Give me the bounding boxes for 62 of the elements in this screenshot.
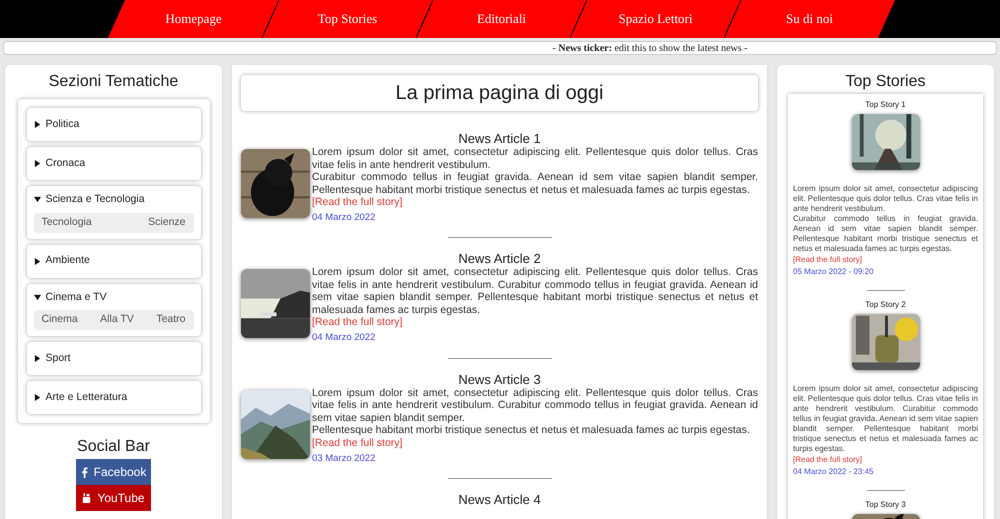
section-label: Scienza e Tecnologia	[46, 192, 145, 207]
section-label: Ambiente	[46, 253, 90, 268]
subsection-link[interactable]: Tecnologia	[42, 214, 92, 230]
article-text: Lorem ipsum dolor sit amet, consectetur adipiscing elit. Pellentesque quis dolor tellus. Cras vitae felis in ante hendrerit vestibulum.	[312, 146, 758, 171]
article-date: 04 Marzo 2022	[312, 211, 376, 225]
f-letter-icon	[80, 466, 88, 478]
subsection-link[interactable]: Alla TV	[100, 312, 134, 328]
nav-link[interactable]: Editoriali	[433, 0, 570, 38]
article-title: News Article 2	[458, 251, 541, 266]
nav-divider	[724, 0, 741, 38]
subsection-link[interactable]: Cinema	[42, 312, 78, 328]
nav-link[interactable]: Spazio Lettori	[587, 0, 724, 38]
nav-divider	[416, 0, 433, 38]
article-text: Curabitur commodo tellus in feugiat gravida. Aenean id sem vitae sapien blandit semper. Pellentesque habitant morbi tristique senectus et netus et malesuada fames ac turpis egestas.	[312, 171, 758, 196]
section-label: Politica	[46, 116, 80, 132]
read-more-link[interactable]: [Read the full story]	[312, 196, 402, 209]
ticker-text: - News ticker: edit this to show the latest news -	[552, 42, 748, 56]
story-text: Curabitur commodo tellus in feugiat gravida. Aenean id sem vitae sapien blandit semper. Pellentesque habitant morbi tristique senectus et netus et malesuada fames ac turpis egestas.	[793, 214, 978, 254]
article-date: 03 Marzo 2022	[312, 452, 376, 466]
story-title: Top Story 1	[865, 99, 906, 111]
nav-link[interactable]: Top Stories	[279, 0, 416, 38]
story-date: 05 Marzo 2022 - 09:20	[793, 266, 874, 278]
section-item[interactable]: Scienza e Tecnologia Tecnologia Scienze	[26, 186, 200, 238]
article-date: 04 Marzo 2022	[312, 331, 376, 346]
tube-icon	[82, 492, 92, 504]
section-label: Cinema e TV	[46, 290, 107, 304]
article-title: News Article 3	[458, 372, 541, 386]
social-title: Social Bar	[77, 437, 150, 457]
story-date: 04 Marzo 2022 - 23:45	[793, 466, 874, 478]
social-link[interactable]: Facebook	[76, 459, 151, 485]
article-title: News Article 4	[458, 492, 541, 507]
story-title: Top Story 3	[865, 499, 906, 511]
nav-divider	[570, 0, 587, 38]
subsection-link[interactable]: Teatro	[156, 312, 186, 328]
section-label: Sport	[46, 350, 71, 366]
section-item[interactable]: Sport	[26, 342, 200, 375]
read-more-link[interactable]: [Read the full story]	[793, 254, 862, 265]
read-more-link[interactable]: [Read the full story]	[312, 436, 402, 450]
page-title: La prima pagina di oggi	[241, 75, 758, 111]
story-text: Lorem ipsum dolor sit amet, consectetur adipiscing elit. Pellentesque quis dolor tellus. Cras vitae felis in ante hendrerit vestibulum.	[793, 184, 978, 214]
section-item[interactable]: Ambiente	[26, 244, 200, 278]
social-link[interactable]: YouTube	[76, 485, 151, 511]
sidebar-title: Sezioni Tematiche	[48, 72, 178, 92]
section-item[interactable]: Cronaca	[26, 147, 200, 180]
nav-link[interactable]: Homepage	[125, 0, 262, 38]
article-text: Lorem ipsum dolor sit amet, consectetur adipiscing elit. Pellentesque quis dolor tellus. Cras vitae felis in ante hendrerit vestibulum. Curabitur commodo tellus in feugiat gravida. Aenean id sem vitae sapien blandit semper.	[312, 386, 758, 424]
read-more-link[interactable]: [Read the full story]	[793, 454, 862, 465]
section-label: Arte e Letteratura	[46, 390, 128, 405]
story-text: Lorem ipsum dolor sit amet, consectetur adipiscing elit. Pellentesque quis dolor tellus. Cras vitae felis in ante hendrerit vestibulum. Curabitur commodo tellus in feugiat gravida. Aenean id sem vitae sapien blandit semper. Pellentesque habitant morbi tristique senectus et netus et malesuada fames ac turpis egestas.	[793, 384, 978, 454]
section-item[interactable]: Cinema e TV Cinema Alla TV Teatro	[26, 284, 200, 336]
nav-link[interactable]: Su di noi	[741, 0, 878, 38]
article-text: Pellentesque habitant morbi tristique senectus et netus et malesuada fames ac turpis egestas.	[312, 424, 751, 436]
read-more-link[interactable]: [Read the full story]	[312, 316, 402, 330]
section-item[interactable]: Politica	[26, 108, 200, 141]
article-text: Lorem ipsum dolor sit amet, consectetur adipiscing elit. Pellentesque quis dolor tellus. Cras vitae felis in ante hendrerit vestibulum. Curabitur commodo tellus in feugiat gravida. Aenean id sem vitae sapien blandit semper. Pellentesque habitant morbi tristique senectus et netus et malesuada fames ac turpis egestas.	[312, 266, 758, 316]
top-stories-title: Top Stories	[845, 72, 926, 92]
story-title: Top Story 2	[865, 299, 906, 311]
article-title: News Article 1	[458, 131, 541, 146]
subsection-link[interactable]: Scienze	[148, 214, 186, 230]
section-item[interactable]: Arte e Letteratura	[26, 381, 200, 414]
section-label: Cronaca	[46, 156, 86, 171]
nav-divider	[262, 0, 279, 38]
